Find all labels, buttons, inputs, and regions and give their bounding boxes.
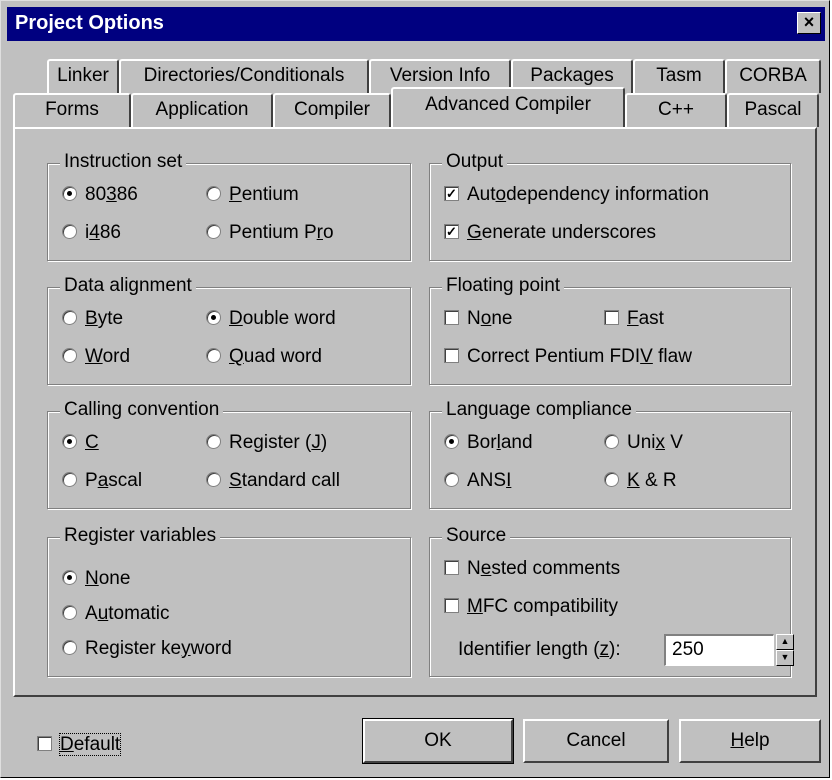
radio-selected-icon	[206, 310, 221, 325]
radio-c[interactable]: C	[62, 432, 99, 454]
output-legend: Output	[442, 151, 508, 173]
radio-icon	[206, 224, 221, 239]
checkbox-fp-fast[interactable]: Fast	[604, 308, 664, 330]
tab-advanced-compiler[interactable]: Advanced Compiler	[391, 87, 625, 127]
radio-ansi[interactable]: ANSI	[444, 470, 511, 492]
radio-icon	[444, 472, 459, 487]
checkbox-default[interactable]: Default	[37, 733, 122, 756]
radio-regvar-automatic[interactable]: Automatic	[62, 603, 170, 625]
language-compliance-group: Language compliance Borland Unix V ANSI …	[429, 399, 791, 509]
radio-byte[interactable]: Byte	[62, 308, 123, 330]
tab-linker[interactable]: Linker	[47, 59, 119, 93]
register-variables-legend: Register variables	[60, 525, 221, 547]
cancel-button[interactable]: Cancel	[523, 719, 669, 763]
radio-register-j[interactable]: Register (J)	[206, 432, 327, 454]
checkbox-icon	[444, 560, 459, 575]
radio-word[interactable]: Word	[62, 346, 130, 368]
tab-forms[interactable]: Forms	[13, 93, 131, 127]
tab-tasm[interactable]: Tasm	[633, 59, 725, 93]
calling-convention-legend: Calling convention	[60, 399, 224, 421]
radio-selected-icon	[62, 570, 77, 585]
ok-button[interactable]: OK	[362, 718, 514, 764]
radio-selected-icon	[444, 434, 459, 449]
tab-application[interactable]: Application	[131, 93, 273, 127]
close-icon[interactable]: ×	[797, 12, 821, 34]
radio-standard-call[interactable]: Standard call	[206, 470, 340, 492]
radio-quad-word[interactable]: Quad word	[206, 346, 322, 368]
radio-icon	[62, 310, 77, 325]
checkbox-icon	[444, 598, 459, 613]
checkbox-autodependency[interactable]: Autodependency information	[444, 184, 709, 206]
language-compliance-legend: Language compliance	[442, 399, 636, 421]
checkbox-fp-none[interactable]: None	[444, 308, 512, 330]
advanced-compiler-panel: Instruction set 80386 Pentium i486 Penti…	[13, 127, 817, 697]
checkbox-nested-comments[interactable]: Nested comments	[444, 558, 620, 580]
identifier-length-input[interactable]: 250	[664, 634, 774, 666]
window-title: Project Options	[15, 12, 164, 34]
register-variables-group: Register variables None Automatic Regist…	[47, 525, 411, 677]
radio-icon	[206, 186, 221, 201]
instruction-set-legend: Instruction set	[60, 151, 187, 173]
checkbox-checked-icon	[444, 224, 459, 239]
radio-80386[interactable]: 80386	[62, 184, 138, 206]
tab-directories-conditionals[interactable]: Directories/Conditionals	[119, 59, 369, 93]
radio-icon	[62, 605, 77, 620]
radio-k-and-r[interactable]: K & R	[604, 470, 677, 492]
radio-pentium[interactable]: Pentium	[206, 184, 299, 206]
radio-icon	[62, 472, 77, 487]
instruction-set-group: Instruction set 80386 Pentium i486 Penti…	[47, 151, 411, 261]
checkbox-icon	[37, 736, 52, 751]
radio-icon	[206, 434, 221, 449]
radio-borland[interactable]: Borland	[444, 432, 533, 454]
source-legend: Source	[442, 525, 511, 547]
source-group: Source Nested comments MFC compatibility…	[429, 525, 794, 677]
floating-point-group: Floating point None Fast Correct Pentium…	[429, 275, 791, 385]
radio-icon	[604, 434, 619, 449]
checkbox-checked-icon	[444, 186, 459, 201]
radio-selected-icon	[62, 186, 77, 201]
output-group: Output Autodependency information Genera…	[429, 151, 791, 261]
radio-icon	[62, 640, 77, 655]
radio-regvar-none[interactable]: None	[62, 568, 130, 590]
radio-selected-icon	[62, 434, 77, 449]
title-bar: Project Options ×	[7, 7, 825, 41]
identifier-length-label: Identifier length (z):	[458, 639, 621, 660]
radio-double-word[interactable]: Double word	[206, 308, 336, 330]
checkbox-icon	[604, 310, 619, 325]
calling-convention-group: Calling convention C Register (J) Pascal…	[47, 399, 411, 509]
data-alignment-legend: Data alignment	[60, 275, 196, 297]
radio-icon	[62, 348, 77, 363]
tab-compiler[interactable]: Compiler	[273, 93, 391, 127]
radio-icon	[62, 224, 77, 239]
tab-corba[interactable]: CORBA	[725, 59, 821, 93]
tab-pascal[interactable]: Pascal	[727, 93, 819, 127]
help-button[interactable]: Help	[679, 719, 821, 763]
radio-pascal[interactable]: Pascal	[62, 470, 142, 492]
floating-point-legend: Floating point	[442, 275, 565, 297]
radio-icon	[604, 472, 619, 487]
radio-regvar-keyword[interactable]: Register keyword	[62, 638, 232, 660]
radio-icon	[206, 348, 221, 363]
spin-down-icon[interactable]: ▼	[776, 650, 794, 666]
data-alignment-group: Data alignment Byte Double word Word Qua…	[47, 275, 411, 385]
project-options-dialog: Project Options × Linker Directories/Con…	[0, 0, 830, 778]
radio-icon	[206, 472, 221, 487]
checkbox-icon	[444, 310, 459, 325]
radio-unix-v[interactable]: Unix V	[604, 432, 683, 454]
checkbox-fdiv-flaw[interactable]: Correct Pentium FDIV flaw	[444, 346, 692, 368]
checkbox-icon	[444, 348, 459, 363]
spin-up-icon[interactable]: ▲	[776, 634, 794, 650]
checkbox-generate-underscores[interactable]: Generate underscores	[444, 222, 656, 244]
radio-pentium-pro[interactable]: Pentium Pro	[206, 222, 334, 244]
checkbox-mfc-compatibility[interactable]: MFC compatibility	[444, 596, 618, 618]
tab-cpp[interactable]: C++	[625, 93, 727, 127]
radio-i486[interactable]: i486	[62, 222, 121, 244]
